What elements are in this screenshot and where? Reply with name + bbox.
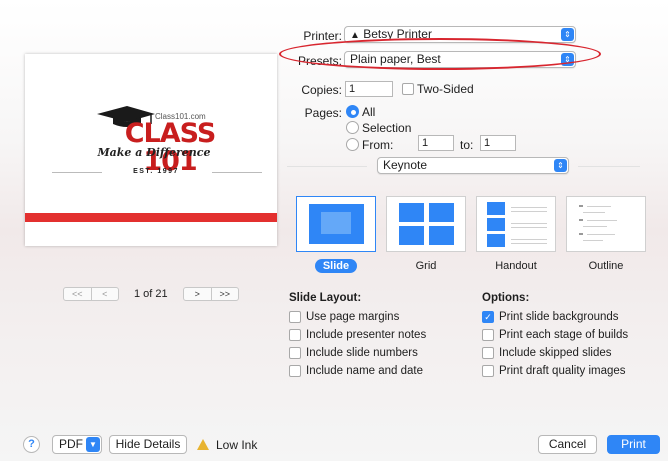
two-sided-checkbox[interactable] — [402, 83, 414, 95]
pdf-label: PDF — [59, 437, 83, 451]
pdf-menu-button[interactable]: PDF ▼ — [52, 435, 102, 454]
layout-grid-tile[interactable] — [386, 196, 466, 252]
pages-selection-radio[interactable] — [346, 121, 359, 134]
low-ink-label: Low Ink — [216, 438, 258, 452]
help-button[interactable]: ? — [23, 436, 40, 453]
checkbox[interactable] — [289, 329, 301, 341]
divider — [212, 172, 262, 173]
copies-label: Copies: — [301, 83, 342, 97]
checkbox[interactable] — [289, 311, 301, 323]
pages-from-radio[interactable] — [346, 138, 359, 151]
slide-layout-title: Slide Layout: — [289, 292, 362, 304]
printer-label: Printer: — [303, 29, 342, 43]
slide-red-band — [25, 213, 277, 222]
options-title: Options: — [482, 292, 530, 304]
two-sided-label: Two-Sided — [417, 82, 474, 96]
divider — [52, 172, 102, 173]
app-section-value: Keynote — [383, 158, 428, 172]
first-page-button[interactable]: << — [64, 288, 91, 300]
chevron-updown-icon: ⇕ — [561, 28, 574, 41]
include-slide-numbers-option[interactable]: Include slide numbers — [289, 347, 418, 359]
last-page-button[interactable]: >> — [210, 288, 239, 300]
layout-slide-label[interactable]: Slide — [296, 259, 376, 273]
copies-field[interactable]: 1 — [345, 81, 393, 97]
logo-est-text: EST. 1997 — [133, 168, 179, 175]
layout-handout-label[interactable]: Handout — [476, 260, 556, 272]
from-field[interactable]: 1 — [418, 135, 454, 151]
app-section-popup[interactable]: Keynote ⇕ — [377, 157, 569, 174]
pager-forward-group: > >> — [183, 287, 239, 301]
print-button[interactable]: Print — [607, 435, 660, 454]
checkbox[interactable] — [482, 329, 494, 341]
print-draft-quality-option[interactable]: Print draft quality images — [482, 365, 626, 377]
logo-slogan-text: Make a Difference — [97, 146, 211, 159]
pages-label: Pages: — [304, 106, 342, 120]
use-page-margins-option[interactable]: Use page margins — [289, 311, 399, 323]
include-name-date-option[interactable]: Include name and date — [289, 365, 423, 377]
divider — [578, 166, 640, 167]
print-each-stage-option[interactable]: Print each stage of builds — [482, 329, 628, 341]
chevron-down-icon: ▼ — [86, 437, 100, 452]
layout-grid-label[interactable]: Grid — [386, 260, 466, 272]
checkbox[interactable] — [482, 347, 494, 359]
next-page-button[interactable]: > — [184, 288, 211, 300]
checkbox[interactable] — [289, 365, 301, 377]
pages-all-label: All — [362, 105, 376, 119]
pages-all-radio[interactable] — [346, 105, 359, 118]
checkbox[interactable] — [289, 347, 301, 359]
pager-back-group: << < — [63, 287, 119, 301]
checkbox[interactable] — [482, 365, 494, 377]
ink-warning-icon — [197, 439, 209, 450]
annotation-circle — [279, 38, 601, 70]
layout-outline-tile[interactable] — [566, 196, 646, 252]
include-skipped-slides-option[interactable]: Include skipped slides — [482, 347, 612, 359]
print-slide-backgrounds-option[interactable]: ✓ Print slide backgrounds — [482, 311, 619, 323]
include-presenter-notes-option[interactable]: Include presenter notes — [289, 329, 426, 341]
layout-slide-tile[interactable] — [296, 196, 376, 252]
to-label: to: — [460, 138, 474, 152]
to-field[interactable]: 1 — [480, 135, 516, 151]
layout-outline-label[interactable]: Outline — [566, 260, 646, 272]
hide-details-button[interactable]: Hide Details — [109, 435, 187, 454]
checkbox-checked[interactable]: ✓ — [482, 311, 494, 323]
layout-handout-tile[interactable] — [476, 196, 556, 252]
prev-page-button[interactable]: < — [90, 288, 119, 300]
cancel-button[interactable]: Cancel — [538, 435, 597, 454]
pages-from-label: From: — [362, 138, 394, 152]
pages-selection-label: Selection — [362, 121, 412, 135]
divider — [287, 166, 367, 167]
page-count: 1 of 21 — [134, 288, 168, 300]
chevron-updown-icon: ⇕ — [554, 159, 567, 172]
